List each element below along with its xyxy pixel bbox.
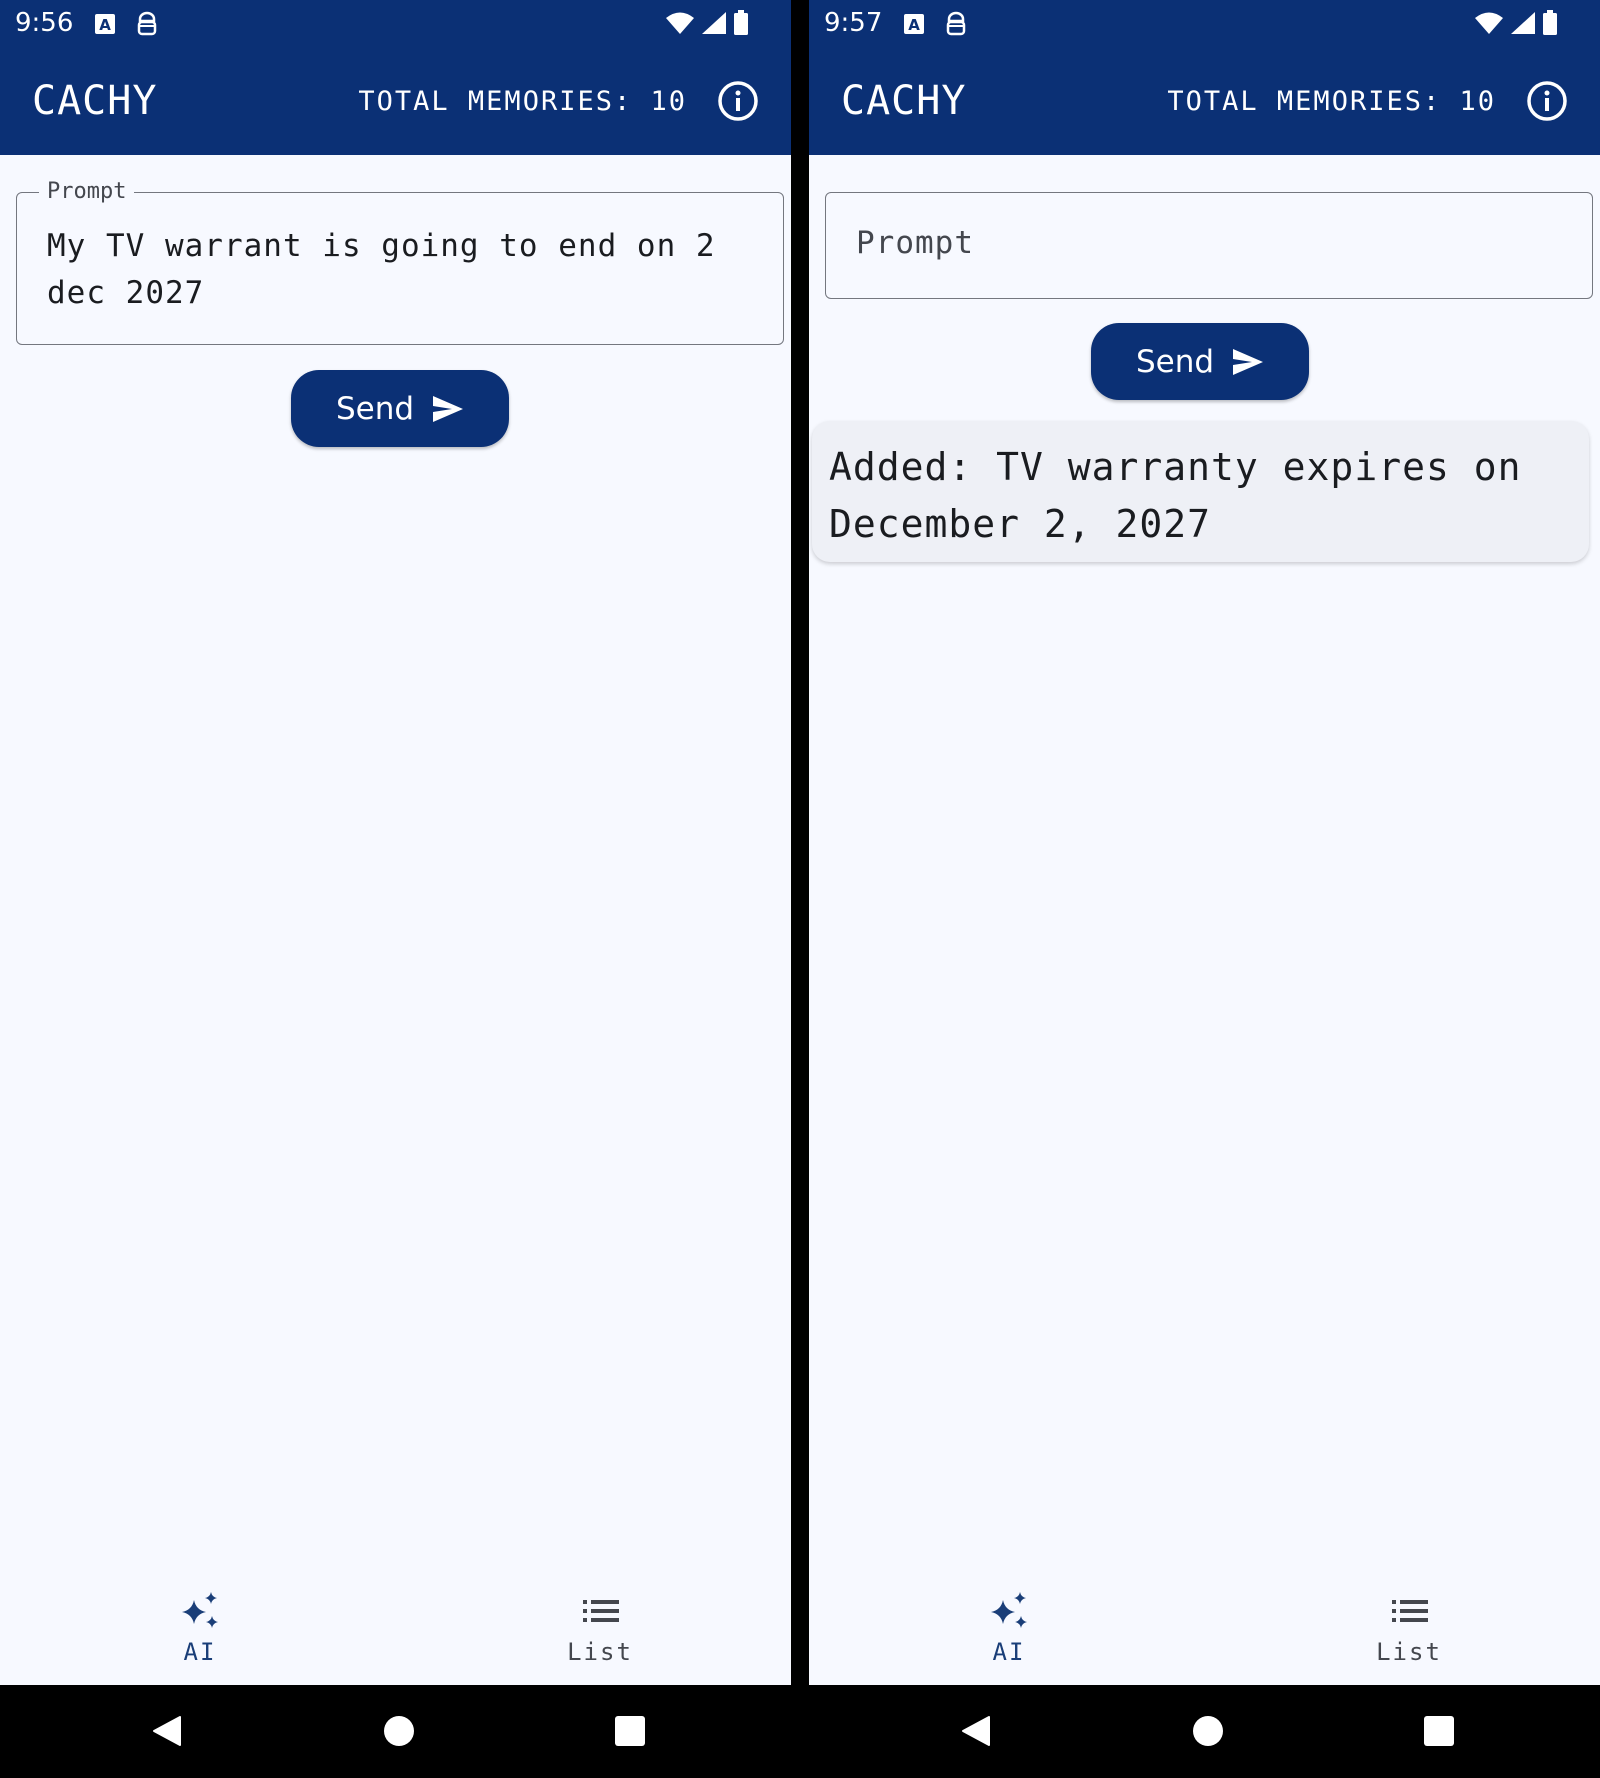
app-title: CACHY [841, 78, 967, 124]
sparkle-icon [182, 1592, 218, 1628]
nav-item-ai[interactable]: AI [100, 1590, 300, 1680]
prompt-placeholder: Prompt [856, 225, 974, 261]
app-title: CACHY [32, 78, 158, 124]
back-icon[interactable] [959, 1713, 995, 1749]
nav-label-ai: AI [992, 1638, 1026, 1666]
keyboard-a-icon: A [904, 14, 924, 34]
send-button[interactable]: Send [1091, 323, 1309, 400]
screen-before: 9:56 A CACHY TOTAL MEMORIES: 10 Prompt M… [0, 0, 791, 1778]
sparkle-icon [991, 1592, 1027, 1628]
nav-item-list[interactable]: List [1309, 1590, 1509, 1680]
response-text: Added: TV warranty expires on December 2… [829, 445, 1522, 546]
prompt-value: My TV warrant is going to end on 2 dec 2… [47, 228, 716, 311]
nav-label-list: List [1376, 1638, 1442, 1666]
recent-apps-icon[interactable] [612, 1713, 648, 1749]
back-icon[interactable] [150, 1713, 186, 1749]
recent-apps-icon[interactable] [1421, 1713, 1457, 1749]
send-icon [433, 395, 464, 422]
list-icon [583, 1600, 619, 1622]
status-time: 9:57 [824, 8, 883, 38]
wifi-icon [666, 12, 694, 34]
vpn-key-icon [137, 11, 157, 36]
bottom-navigation: AI List [0, 1570, 791, 1685]
status-bar: 9:56 A [0, 0, 791, 48]
signal-icon [702, 12, 726, 34]
total-memories-count: TOTAL MEMORIES: 10 [358, 86, 687, 117]
prompt-input[interactable]: Prompt My TV warrant is going to end on … [16, 179, 784, 345]
status-bar: 9:57 A [809, 0, 1600, 48]
bottom-navigation: AI List [809, 1570, 1600, 1685]
keyboard-a-icon: A [95, 14, 115, 34]
send-label: Send [335, 390, 415, 427]
battery-icon [734, 10, 748, 35]
status-time: 9:56 [15, 8, 74, 38]
send-button[interactable]: Send [291, 370, 509, 447]
svg-text:A: A [908, 16, 920, 34]
send-icon [1233, 348, 1264, 375]
screen-after: 9:57 A CACHY TOTAL MEMORIES: 10 Prompt S… [809, 0, 1600, 1778]
info-icon[interactable] [717, 80, 759, 122]
response-card: Added: TV warranty expires on December 2… [812, 421, 1589, 562]
prompt-input[interactable]: Prompt [825, 192, 1593, 299]
list-icon [1392, 1600, 1428, 1622]
system-navigation-bar [809, 1685, 1600, 1778]
info-icon[interactable] [1526, 80, 1568, 122]
vpn-key-icon [946, 11, 966, 36]
nav-item-ai[interactable]: AI [909, 1590, 1109, 1680]
nav-label-ai: AI [183, 1638, 217, 1666]
app-bar: CACHY TOTAL MEMORIES: 10 [809, 48, 1600, 155]
system-navigation-bar [0, 1685, 791, 1778]
app-bar: CACHY TOTAL MEMORIES: 10 [0, 48, 791, 155]
total-memories-count: TOTAL MEMORIES: 10 [1167, 86, 1496, 117]
home-icon[interactable] [1190, 1713, 1226, 1749]
home-icon[interactable] [381, 1713, 417, 1749]
svg-text:A: A [99, 16, 111, 34]
prompt-label: Prompt [39, 179, 135, 204]
signal-icon [1511, 12, 1535, 34]
nav-item-list[interactable]: List [500, 1590, 700, 1680]
send-label: Send [1135, 343, 1215, 380]
battery-icon [1543, 10, 1557, 35]
wifi-icon [1475, 12, 1503, 34]
nav-label-list: List [567, 1638, 633, 1666]
